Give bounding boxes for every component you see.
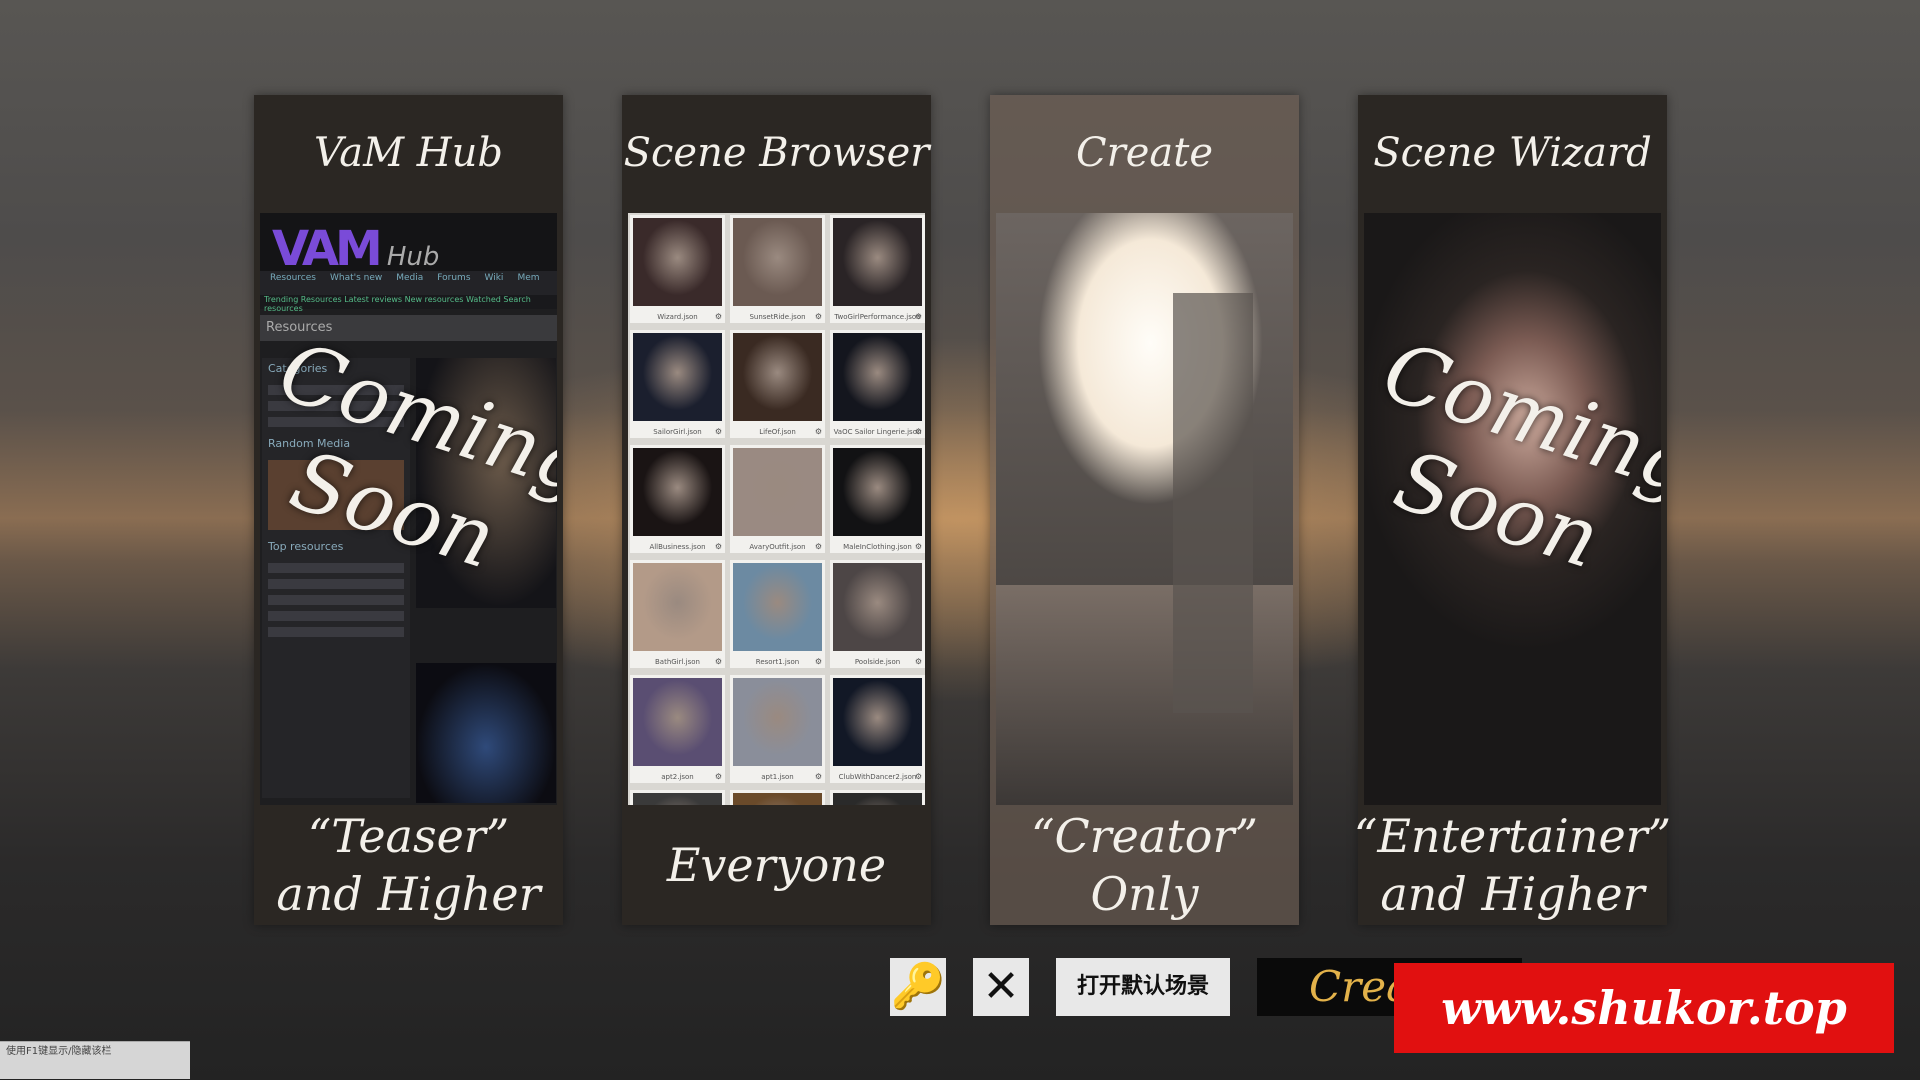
scene-tile[interactable]: apt2.json ⚙	[630, 675, 725, 783]
scene-tile[interactable]: AllBusiness.json ⚙	[630, 445, 725, 553]
card-access-label: Everyone	[666, 838, 887, 892]
gear-icon[interactable]: ⚙	[815, 312, 822, 321]
hub-subnav: Trending Resources Latest reviews New re…	[260, 295, 557, 313]
scene-label: Poolside.json	[854, 658, 901, 666]
scene-thumbnail	[633, 448, 722, 536]
scene-thumbnail	[633, 218, 722, 306]
scene-tile[interactable]: ⚙	[830, 790, 925, 805]
scene-label: apt2.json	[661, 773, 694, 781]
key-button[interactable]: 🔑	[890, 958, 946, 1016]
scene-thumbnail	[733, 333, 822, 421]
scene-tile[interactable]: MaleInClothing.json ⚙	[830, 445, 925, 553]
card-access-label: “Teaser” and Higher	[276, 809, 541, 921]
scene-tile[interactable]: BathGirl.json ⚙	[630, 560, 725, 668]
open-default-scene-button[interactable]: 打开默认场景	[1056, 958, 1230, 1016]
card-title: Scene Wizard	[1373, 130, 1652, 176]
card-title: Create	[1076, 130, 1213, 176]
hub-preview-image-2	[416, 663, 556, 803]
scene-tile[interactable]: LifeOf.json ⚙	[730, 330, 825, 438]
scene-thumbnail	[733, 218, 822, 306]
scene-tile[interactable]: Wizard.json ⚙	[630, 215, 725, 323]
scene-label: BathGirl.json	[654, 658, 700, 666]
scene-browser-card[interactable]: Scene Browser Wizard.json ⚙ SunsetRide.jso…	[622, 95, 931, 925]
scene-wizard-card[interactable]: Scene Wizard Coming Soon “Entertainer” and…	[1353, 95, 1672, 925]
scene-wizard-preview: Coming Soon	[1364, 213, 1661, 805]
scene-label: Resort1.json	[755, 658, 800, 666]
scene-thumbnail	[733, 448, 822, 536]
scene-label: Wizard.json	[657, 313, 698, 321]
scene-thumbnail	[833, 448, 922, 536]
scene-tile[interactable]: AvaryOutfit.json ⚙	[730, 445, 825, 553]
scene-label: TwoGirlPerformance.json	[834, 313, 921, 321]
scene-tile[interactable]: ⚙	[730, 790, 825, 805]
gear-icon[interactable]: ⚙	[815, 657, 822, 666]
scene-label: VaOC Sailor Lingerie.json	[833, 428, 922, 436]
close-icon: ✕	[982, 961, 1020, 1012]
scene-tile[interactable]: VaOC Sailor Lingerie.json ⚙	[830, 330, 925, 438]
gear-icon[interactable]: ⚙	[815, 542, 822, 551]
scene-thumbnail	[633, 563, 722, 651]
gear-icon[interactable]: ⚙	[715, 542, 722, 551]
scene-tile[interactable]: Poolside.json ⚙	[830, 560, 925, 668]
scene-label: AllBusiness.json	[649, 543, 706, 551]
gear-icon[interactable]: ⚙	[915, 312, 922, 321]
scene-thumbnail	[733, 563, 822, 651]
scene-label: AvaryOutfit.json	[749, 543, 806, 551]
gear-icon[interactable]: ⚙	[715, 312, 722, 321]
create-preview	[996, 213, 1293, 805]
scene-thumbnail	[833, 333, 922, 421]
f1-hint: 使用F1键显示/隐藏该栏	[0, 1041, 190, 1079]
scene-thumbnail	[733, 678, 822, 766]
scene-thumbnail	[833, 563, 922, 651]
scene-tile[interactable]: SailorGirl.json ⚙	[630, 330, 725, 438]
gear-icon[interactable]: ⚙	[815, 427, 822, 436]
coming-soon-overlay: Coming Soon	[1372, 323, 1661, 588]
gear-icon[interactable]: ⚙	[915, 772, 922, 781]
gear-icon[interactable]: ⚙	[815, 772, 822, 781]
close-button[interactable]: ✕	[973, 958, 1029, 1016]
card-title: Scene Browser	[623, 130, 930, 176]
gear-icon[interactable]: ⚙	[915, 657, 922, 666]
create-card[interactable]: Create “Creator” Only	[990, 95, 1299, 925]
scene-label: ClubWithDancer2.json	[838, 773, 917, 781]
scene-tile[interactable]: apt1.json ⚙	[730, 675, 825, 783]
hub-logo: VAM Hub	[272, 221, 440, 277]
key-icon: 🔑	[890, 961, 946, 1012]
scene-thumbnail	[633, 793, 722, 805]
gear-icon[interactable]: ⚙	[715, 772, 722, 781]
scene-browser-preview: Wizard.json ⚙ SunsetRide.json ⚙ TwoGirlPerfo…	[628, 213, 925, 805]
watermark: www.shukor.top	[1394, 963, 1894, 1053]
gear-icon[interactable]: ⚙	[915, 542, 922, 551]
scene-tile[interactable]: SunsetRide.json ⚙	[730, 215, 825, 323]
scene-thumbnail	[833, 793, 922, 805]
scene-label: apt1.json	[761, 773, 794, 781]
scene-thumbnail	[633, 333, 722, 421]
scene-thumbnail	[833, 678, 922, 766]
gear-icon[interactable]: ⚙	[715, 427, 722, 436]
gear-icon[interactable]: ⚙	[915, 427, 922, 436]
scene-label: LifeOf.json	[759, 428, 796, 436]
scene-thumbnail	[733, 793, 822, 805]
card-title: VaM Hub	[314, 130, 503, 176]
vam-hub-card[interactable]: VaM Hub VAM Hub Resources What's new Media F…	[254, 95, 563, 925]
scene-thumbnail	[833, 218, 922, 306]
scene-tile[interactable]: ClubWithDancer2.json ⚙	[830, 675, 925, 783]
scene-tile[interactable]: TwoGirlPerformance.json ⚙	[830, 215, 925, 323]
scene-label: MaleInClothing.json	[843, 543, 912, 551]
scene-tile[interactable]: ⚙	[630, 790, 725, 805]
scene-label: SailorGirl.json	[653, 428, 702, 436]
card-access-label: “Entertainer” and Higher	[1353, 809, 1672, 921]
scene-grid: Wizard.json ⚙ SunsetRide.json ⚙ TwoGirlPerfo…	[628, 213, 925, 805]
scene-tile[interactable]: Resort1.json ⚙	[730, 560, 825, 668]
scene-thumbnail	[633, 678, 722, 766]
scene-label: SunsetRide.json	[749, 313, 806, 321]
hub-header: VAM Hub	[260, 213, 557, 277]
vam-hub-preview: VAM Hub Resources What's new Media Forums Wik…	[260, 213, 557, 805]
card-access-label: “Creator” Only	[1030, 809, 1259, 921]
gear-icon[interactable]: ⚙	[715, 657, 722, 666]
